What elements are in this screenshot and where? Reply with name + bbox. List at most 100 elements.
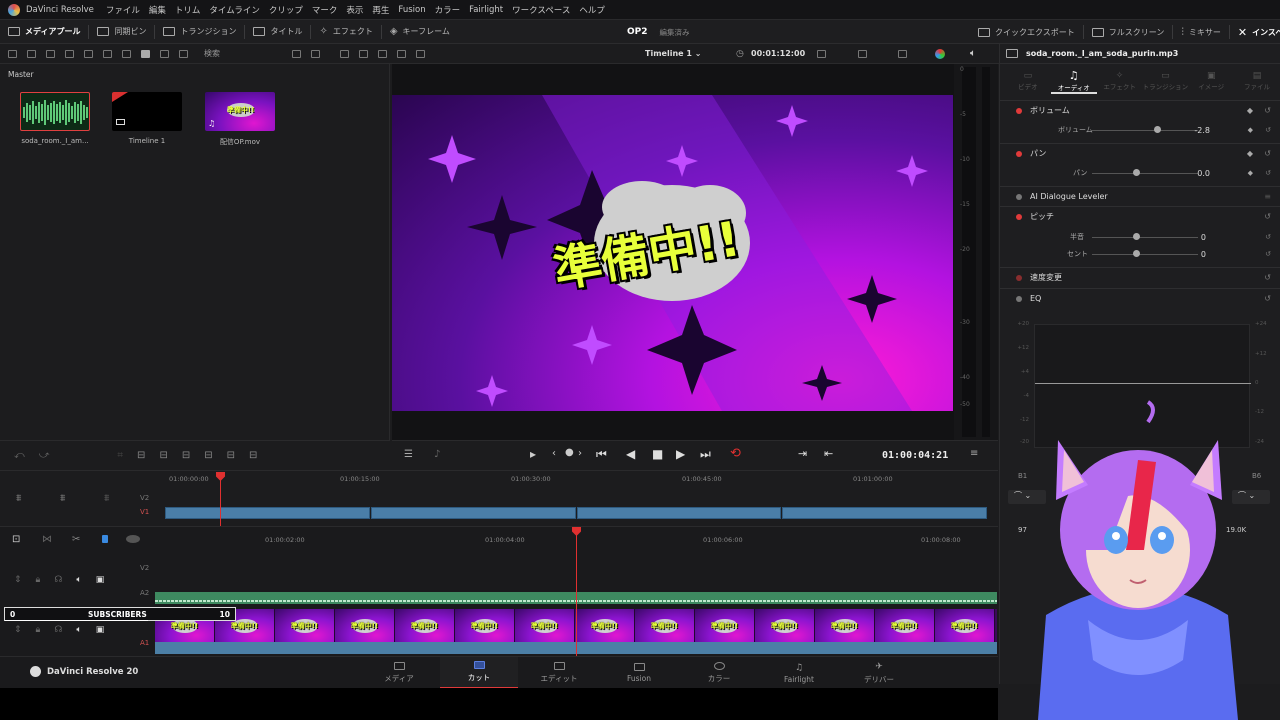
menu-mark[interactable]: マーク xyxy=(312,4,338,16)
thumbnail-view-icon[interactable] xyxy=(141,49,150,58)
flag-icon[interactable] xyxy=(126,535,140,543)
import-folder-icon[interactable] xyxy=(46,49,55,58)
source-overwrite-icon[interactable]: ⊟ xyxy=(249,450,257,461)
go-to-end-icon[interactable]: ⇥ xyxy=(798,447,807,460)
reset-icon[interactable]: ↺ xyxy=(1264,212,1271,221)
timeline-clip[interactable] xyxy=(371,507,576,519)
skip-forward-icon[interactable]: ⏭︎ xyxy=(700,447,711,462)
go-to-start-icon[interactable]: ⇤ xyxy=(824,447,833,460)
slider-knob[interactable] xyxy=(1154,126,1161,133)
keyframes-button[interactable]: ◈ キーフレーム xyxy=(382,20,458,44)
reset-icon[interactable]: ↺ xyxy=(1264,106,1271,115)
safe-area-icon[interactable] xyxy=(340,49,349,58)
keyframe-icon[interactable]: ◆ xyxy=(1247,149,1253,158)
append-icon[interactable]: ⊟ xyxy=(159,450,167,461)
timeline-selector[interactable]: Timeline 1 ⌄ xyxy=(645,49,701,58)
reset-icon[interactable]: ↺ xyxy=(1265,233,1271,241)
pan-value[interactable]: 0.0 xyxy=(1176,169,1210,178)
track-options-icon[interactable]: ⩩ xyxy=(16,493,21,504)
stop-icon[interactable]: ■ xyxy=(652,447,663,461)
eq-section[interactable]: EQ ↺ xyxy=(1000,288,1280,308)
track-options-icon[interactable]: ⩩ xyxy=(60,493,65,504)
overlay-icon[interactable] xyxy=(359,49,368,58)
menu-view[interactable]: 表示 xyxy=(346,4,363,16)
menu-color[interactable]: カラー xyxy=(435,4,461,16)
metadata-view-icon[interactable] xyxy=(160,49,169,58)
menu-help[interactable]: ヘルプ xyxy=(579,4,605,16)
blade-icon[interactable]: ⋈ xyxy=(42,534,52,545)
menu-edit[interactable]: 編集 xyxy=(149,4,166,16)
move-icon[interactable]: ⇕ xyxy=(14,575,22,585)
refresh-icon[interactable] xyxy=(311,49,320,58)
redo-icon[interactable]: ⤻ xyxy=(39,450,50,461)
settings-sliders-icon[interactable]: ☰ xyxy=(404,449,413,460)
bin-icon[interactable] xyxy=(65,49,74,58)
page-edit[interactable]: エディット xyxy=(520,657,598,689)
mixer-button[interactable]: ⫶ ミキサー xyxy=(1173,20,1229,44)
tab-effects[interactable]: ✧ エフェクト xyxy=(1097,68,1143,94)
jog-forward-icon[interactable]: › xyxy=(578,448,582,459)
page-cut[interactable]: カット xyxy=(440,657,518,689)
media-pool-button[interactable]: メディアプール xyxy=(0,20,88,44)
timeline-clip[interactable] xyxy=(577,507,781,519)
menu-fairlight[interactable]: Fairlight xyxy=(469,5,503,15)
menu-playback[interactable]: 再生 xyxy=(372,4,389,16)
effects-button[interactable]: ✧ エフェクト xyxy=(311,20,380,44)
cents-value[interactable]: 0 xyxy=(1172,250,1206,259)
media-item-audio[interactable]: soda_room._I_am... xyxy=(19,92,91,145)
track-options-icon[interactable]: ⩩ xyxy=(104,493,109,504)
enable-dot-icon[interactable] xyxy=(1016,213,1022,220)
reset-icon[interactable]: ↺ xyxy=(1264,149,1271,158)
enable-dot-icon[interactable] xyxy=(1016,150,1022,157)
transitions-button[interactable]: トランジション xyxy=(155,20,244,44)
aspect-icon[interactable] xyxy=(817,49,826,58)
dual-view-icon[interactable] xyxy=(397,49,406,58)
enable-dot-icon[interactable] xyxy=(1016,107,1022,114)
tab-image[interactable]: ▣ イメージ xyxy=(1188,68,1234,94)
pitch-section[interactable]: ピッチ ↺ xyxy=(1000,206,1280,226)
menu-timeline[interactable]: タイムライン xyxy=(209,4,259,16)
tab-transition[interactable]: ▭ トランジション xyxy=(1142,68,1189,94)
split-icon[interactable] xyxy=(378,49,387,58)
close-up-icon[interactable]: ⊟ xyxy=(204,450,212,461)
enable-dot-icon[interactable] xyxy=(1016,295,1022,302)
list-view-icon[interactable] xyxy=(122,49,131,58)
speaker-icon[interactable]: 🔈︎ xyxy=(76,575,81,585)
scissors-icon[interactable]: ✂ xyxy=(72,534,80,545)
volume-value[interactable]: -2.8 xyxy=(1176,126,1210,135)
reset-icon[interactable]: ↺ xyxy=(1265,250,1271,258)
detail-playhead[interactable] xyxy=(576,533,577,656)
jog-dot-icon[interactable]: ● xyxy=(565,447,574,458)
zoom-fit-icon[interactable]: ⊡ xyxy=(12,534,20,545)
page-color[interactable]: カラー xyxy=(680,657,758,689)
page-media[interactable]: メディア xyxy=(360,657,438,689)
tab-audio[interactable]: ♫ オーディオ xyxy=(1050,68,1097,94)
fullscreen-button[interactable]: フルスクリーン xyxy=(1084,20,1173,44)
headphones-icon[interactable]: ☊ xyxy=(54,575,62,585)
timeline-clip[interactable] xyxy=(165,507,370,519)
undo-icon[interactable]: ⤺ xyxy=(14,450,25,461)
audio-icon[interactable]: ♪ xyxy=(434,449,440,460)
sync-icon[interactable] xyxy=(84,49,93,58)
reset-icon[interactable]: ↺ xyxy=(1265,126,1271,134)
play-icon[interactable]: ▶ xyxy=(676,447,685,461)
reset-icon[interactable]: ↺ xyxy=(1265,169,1271,177)
menu-trim[interactable]: トリム xyxy=(175,4,201,16)
link-icon[interactable] xyxy=(103,49,112,58)
page-fusion[interactable]: Fusion xyxy=(600,657,678,689)
slider-knob[interactable] xyxy=(1133,250,1140,257)
move-icon[interactable]: ⇕ xyxy=(14,625,22,635)
timeline-clip[interactable] xyxy=(782,507,987,519)
slider-knob[interactable] xyxy=(1133,233,1140,240)
media-item-video[interactable]: 準備中!! ♫ 配信OP.mov xyxy=(204,92,276,147)
transform-icon[interactable] xyxy=(898,49,907,58)
sync-bin-button[interactable]: 同期ビン xyxy=(89,20,154,44)
tab-file[interactable]: ▤ ファイル xyxy=(1234,68,1280,94)
menu-file[interactable]: ファイル xyxy=(106,4,140,16)
smart-insert-icon[interactable]: ⊟ xyxy=(137,450,145,461)
reset-icon[interactable]: ↺ xyxy=(1264,294,1271,303)
menu-icon[interactable]: ≡ xyxy=(1264,192,1271,201)
titles-button[interactable]: タイトル xyxy=(245,20,310,44)
marker-icon[interactable] xyxy=(102,535,108,543)
panel-toggle-icon[interactable] xyxy=(8,49,17,58)
